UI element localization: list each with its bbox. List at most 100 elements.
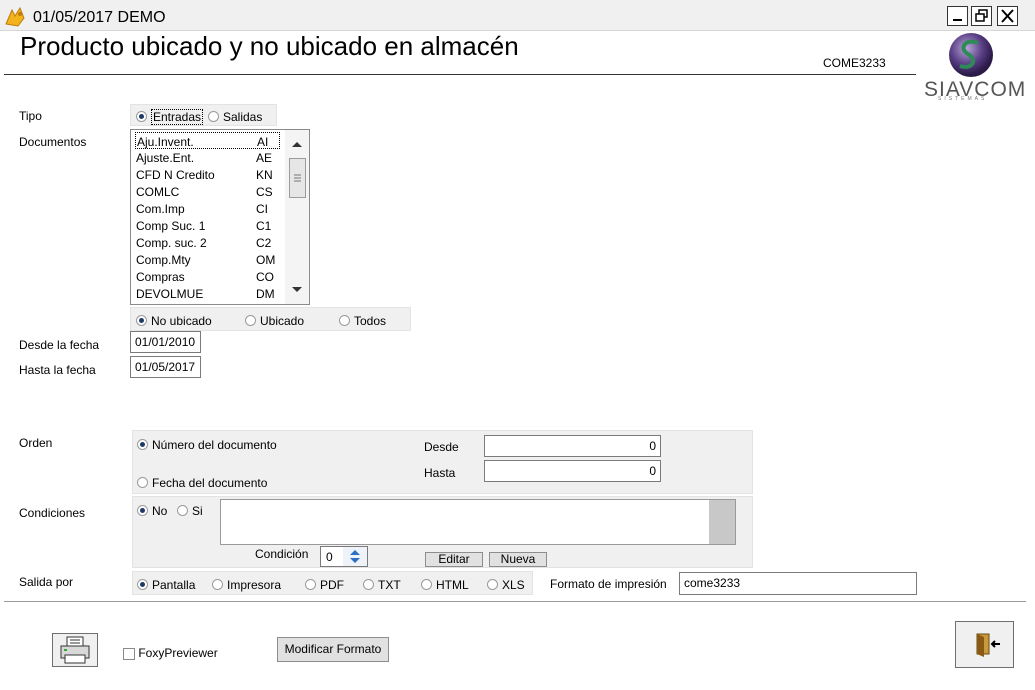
textarea-scrollbar[interactable] <box>709 500 735 544</box>
tipo-group: Entradas Salidas <box>130 104 277 126</box>
tipo-salidas-label: Salidas <box>223 110 263 124</box>
document-name: Comp. suc. 2 <box>136 236 207 250</box>
txt-label: TXT <box>378 578 401 592</box>
hasta-fecha-input[interactable]: 01/05/2017 <box>130 356 201 378</box>
document-list-item[interactable]: DEVOLMUE DM <box>135 285 280 302</box>
editar-button[interactable]: Editar <box>425 552 483 567</box>
document-name: COMLC <box>136 185 180 199</box>
ubicacion-ubicado-radio[interactable]: Ubicado <box>245 314 304 328</box>
radio-icon <box>305 579 316 591</box>
document-name: Aju.Invent. <box>137 135 194 149</box>
radio-icon <box>421 579 432 591</box>
orden-group: Número del documento Fecha del documento… <box>132 430 753 494</box>
condiciones-si-radio[interactable]: Si <box>177 504 203 518</box>
orden-desde-input[interactable]: 0 <box>484 435 661 457</box>
pdf-label: PDF <box>320 578 344 592</box>
ubicacion-group: No ubicado Ubicado Todos <box>130 307 411 331</box>
desde-fecha-input[interactable]: 01/01/2010 <box>130 331 201 353</box>
radio-icon <box>212 579 223 591</box>
window-title: 01/05/2017 DEMO <box>33 9 166 26</box>
document-name: DEVOLMUE <box>136 287 204 301</box>
footer-divider <box>4 601 1026 602</box>
restore-button[interactable] <box>971 6 992 26</box>
document-list-item[interactable]: Comp. suc. 2 C2 <box>135 234 280 251</box>
exit-button[interactable] <box>955 621 1014 668</box>
documents-listbox[interactable]: Aju.Invent. AI Ajuste.Ent. AE CFD N Credito K… <box>130 129 310 305</box>
orden-fecha-radio[interactable]: Fecha del documento <box>137 476 267 490</box>
impresora-label: Impresora <box>227 578 282 592</box>
tipo-entradas-radio[interactable]: Entradas <box>136 109 204 125</box>
salida-impresora-radio[interactable]: Impresora <box>212 578 281 592</box>
document-name: Com.Imp <box>136 202 185 216</box>
documents-scrollbar[interactable] <box>285 130 309 304</box>
printer-icon <box>60 636 90 664</box>
radio-icon <box>245 315 256 327</box>
minimize-button[interactable] <box>947 6 968 26</box>
ubicacion-todos-radio[interactable]: Todos <box>339 314 386 328</box>
document-code: AI <box>257 135 269 149</box>
condiciones-si-label: Si <box>192 504 203 518</box>
radio-icon <box>487 579 498 591</box>
document-code: OM <box>256 253 276 267</box>
scroll-thumb[interactable] <box>289 158 306 198</box>
document-name: Comp.Mty <box>136 253 191 267</box>
print-button[interactable] <box>52 633 98 667</box>
orden-hasta-input[interactable]: 0 <box>484 460 661 482</box>
spinner-arrows-icon[interactable] <box>343 547 367 566</box>
salida-txt-radio[interactable]: TXT <box>363 578 401 592</box>
document-list-item[interactable]: Com.Imp CI <box>135 200 280 217</box>
formato-impresion-input[interactable]: come3233 <box>679 572 917 595</box>
tipo-salidas-radio[interactable]: Salidas <box>208 110 262 124</box>
document-list-item[interactable]: COMLC CS <box>135 183 280 200</box>
modificar-formato-button[interactable]: Modificar Formato <box>277 637 389 662</box>
radio-icon <box>208 111 219 123</box>
condicion-label: Condición <box>255 547 309 561</box>
salida-pantalla-radio[interactable]: Pantalla <box>137 578 195 592</box>
header-divider <box>4 74 916 75</box>
document-name: Compras <box>136 270 185 284</box>
condiciones-label: Condiciones <box>19 506 86 520</box>
nueva-button[interactable]: Nueva <box>489 552 547 567</box>
radio-icon <box>363 579 374 591</box>
documentos-label: Documentos <box>19 135 87 149</box>
orden-fecha-label: Fecha del documento <box>152 476 268 490</box>
document-code: DM <box>256 287 275 301</box>
hasta-fecha-label: Hasta la fecha <box>19 363 96 377</box>
document-code: C2 <box>256 236 272 250</box>
foxy-previewer-label: FoxyPreviewer <box>138 646 218 660</box>
document-name: Ajuste.Ent. <box>136 151 195 165</box>
no-ubicado-label: No ubicado <box>151 314 212 328</box>
document-list-item[interactable]: CFD N Credito KN <box>135 166 280 183</box>
radio-icon <box>339 315 350 327</box>
salida-html-radio[interactable]: HTML <box>421 578 469 592</box>
salida-xls-radio[interactable]: XLS <box>487 578 525 592</box>
salida-label: Salida por <box>19 575 74 589</box>
pantalla-label: Pantalla <box>152 578 196 592</box>
document-list-item[interactable]: Ajuste.Ent. AE <box>135 149 280 166</box>
radio-selected-icon <box>137 505 148 517</box>
document-code: KN <box>256 168 273 182</box>
document-list-item[interactable]: Compras CO <box>135 268 280 285</box>
close-button[interactable] <box>997 6 1018 26</box>
scroll-down-icon[interactable] <box>291 286 303 294</box>
document-list-item[interactable]: Comp Suc. 1 C1 <box>135 217 280 234</box>
form-code: COME3233 <box>823 56 886 70</box>
radio-selected-icon <box>136 315 147 327</box>
formato-impresion-label: Formato de impresión <box>550 577 667 591</box>
document-code: CI <box>256 202 268 216</box>
page-title: Producto ubicado y no ubicado en almacén <box>20 31 519 61</box>
condiciones-no-radio[interactable]: No <box>137 504 167 518</box>
condicion-value: 0 <box>326 550 333 564</box>
salida-pdf-radio[interactable]: PDF <box>305 578 344 592</box>
document-list-item[interactable]: Aju.Invent. AI <box>135 132 280 149</box>
tipo-entradas-label: Entradas <box>151 109 204 125</box>
document-list-item[interactable]: Comp.Mty OM <box>135 251 280 268</box>
foxy-previewer-checkbox[interactable]: FoxyPreviewer <box>123 646 218 660</box>
radio-icon <box>177 505 188 517</box>
ubicacion-no-ubicado-radio[interactable]: No ubicado <box>136 314 212 328</box>
xls-label: XLS <box>502 578 525 592</box>
orden-numero-radio[interactable]: Número del documento <box>137 438 277 452</box>
condiciones-textarea[interactable] <box>220 499 736 545</box>
scroll-up-icon[interactable] <box>291 140 303 148</box>
condicion-spinner[interactable]: 0 <box>320 546 368 567</box>
